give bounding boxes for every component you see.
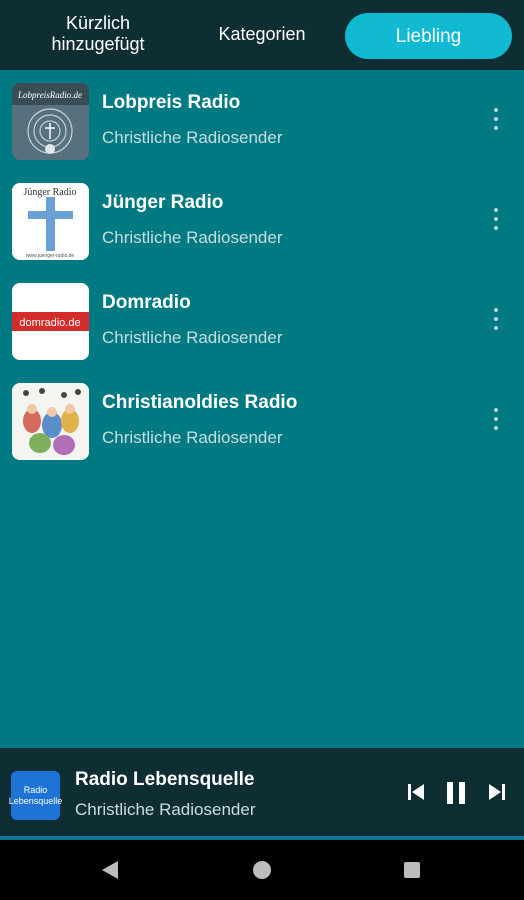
top-tab-bar: Kürzlich hinzugefügt Kategorien Liebling <box>0 0 524 70</box>
juenger-logo-image: Jünger Radio www.juenger-radio.de <box>12 183 89 260</box>
player-subtitle: Christliche Radiosender <box>75 800 256 819</box>
tab-recently-added[interactable]: Kürzlich hinzugefügt <box>28 13 168 55</box>
station-row-juenger[interactable]: Jünger Radio www.juenger-radio.de Jünger… <box>0 170 524 270</box>
more-vert-icon[interactable] <box>486 408 506 434</box>
juenger-logo-url: www.juenger-radio.de <box>26 253 75 259</box>
more-vert-icon[interactable] <box>486 108 506 134</box>
station-logo-domradio: domradio.de <box>12 283 89 360</box>
juenger-logo-text: Jünger Radio <box>23 187 76 198</box>
system-navigation-bar <box>0 840 524 900</box>
station-genre: Christliche Radiosender <box>102 428 283 447</box>
station-list: LobpreisRadio.de Lobpreis Radio Christli… <box>0 70 524 748</box>
skip-next-icon[interactable] <box>486 781 508 803</box>
station-title: Lobpreis Radio <box>102 92 241 113</box>
station-row-domradio[interactable]: domradio.de Domradio Christliche Radiose… <box>0 270 524 370</box>
station-row-christianoldies[interactable]: Christianoldies Radio Christliche Radios… <box>0 370 524 470</box>
skip-previous-icon[interactable] <box>405 781 427 803</box>
player-station-logo: Radio Lebensquelle <box>9 771 62 820</box>
tab-categories[interactable]: Kategorien <box>192 24 332 45</box>
more-vert-icon[interactable] <box>486 208 506 234</box>
christianoldies-logo-image <box>12 383 89 460</box>
nav-recents-icon[interactable] <box>403 861 421 879</box>
station-title: Christianoldies Radio <box>102 392 298 413</box>
pause-icon[interactable] <box>442 779 470 807</box>
mini-player[interactable]: Radio Lebensquelle Radio Lebensquelle Ch… <box>0 748 524 838</box>
more-vert-icon[interactable] <box>486 308 506 334</box>
nav-back-icon[interactable] <box>99 859 121 881</box>
station-logo-christianoldies <box>12 383 89 460</box>
station-genre: Christliche Radiosender <box>102 128 283 147</box>
station-title: Jünger Radio <box>102 192 224 213</box>
domradio-logo-image: domradio.de <box>12 283 89 360</box>
station-genre: Christliche Radiosender <box>102 228 283 247</box>
tab-favorites[interactable]: Liebling <box>345 13 512 59</box>
nav-home-icon[interactable] <box>252 860 272 880</box>
lobpreis-logo-image: LobpreisRadio.de <box>12 83 89 160</box>
lobpreis-logo-text: LobpreisRadio.de <box>17 90 82 100</box>
station-genre: Christliche Radiosender <box>102 328 283 347</box>
station-row-lobpreis[interactable]: LobpreisRadio.de Lobpreis Radio Christli… <box>0 70 524 170</box>
player-title: Radio Lebensquelle <box>75 769 255 790</box>
station-logo-lobpreis: LobpreisRadio.de <box>12 83 89 160</box>
station-title: Domradio <box>102 292 191 313</box>
domradio-logo-text: domradio.de <box>19 317 80 329</box>
station-logo-juenger: Jünger Radio www.juenger-radio.de <box>12 183 89 260</box>
